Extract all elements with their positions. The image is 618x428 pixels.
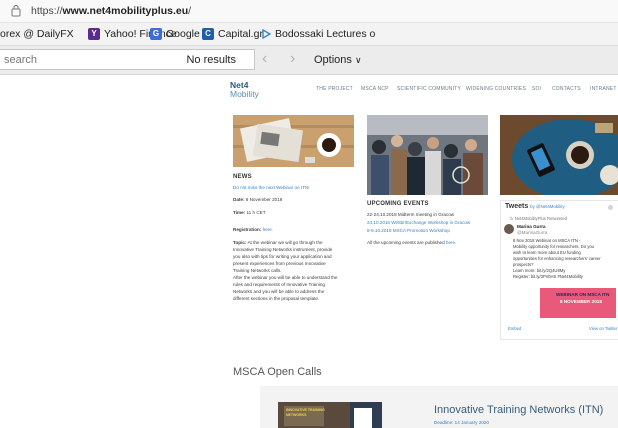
nav-soi[interactable]: SOI — [532, 86, 541, 92]
address-bar[interactable]: https://www.net4mobilityplus.eu/ — [0, 0, 618, 23]
find-input[interactable]: search No results — [0, 49, 255, 70]
find-status: No results — [186, 54, 236, 66]
nav-contacts[interactable]: CONTACTS — [552, 86, 581, 92]
tweet-handle[interactable]: @MarinaGurra — [517, 229, 547, 236]
open-call-deadline: Deadline: 14 January 2020 — [434, 420, 489, 425]
news-time: Time: 11 h CET — [233, 210, 266, 215]
yahoo-icon: Y — [88, 28, 100, 40]
event-item[interactable]: 24.10.2018 Wettbr/Exchange Workshop in G… — [367, 219, 470, 226]
find-bar: search No results ‹ › Options ∨ — [0, 46, 618, 75]
find-previous-icon[interactable]: ‹ — [262, 51, 267, 67]
nav-intranet[interactable]: INTRANET — [590, 86, 617, 92]
nav-the-project[interactable]: THE PROJECT — [316, 86, 353, 92]
events-all-link[interactable]: here. — [446, 240, 456, 245]
bookmark-capital[interactable]: C Capital.gr — [202, 28, 263, 40]
google-icon: G — [150, 28, 162, 40]
nav-msca-ncp[interactable]: MSCA NCP — [361, 86, 389, 92]
open-call-image: INNOVATIVE TRAINING NETWORKS — [278, 402, 382, 428]
embed-link[interactable]: Embed — [508, 325, 521, 332]
bookmarks-bar: orex @ DailyFX Y Yahoo! Finance G Google C… — [0, 23, 618, 46]
news-link[interactable]: Do not miss the next Webinar on ITN! — [233, 184, 310, 191]
open-call-title[interactable]: Innovative Training Networks (ITN) — [434, 404, 603, 416]
open-calls-title: MSCA Open Calls — [233, 366, 322, 378]
bookmark-dailyfx[interactable]: orex @ DailyFX — [0, 28, 74, 40]
nav-scientific-community[interactable]: SCIENTIFIC COMMUNITY — [397, 86, 461, 92]
url-text[interactable]: https://www.net4mobilityplus.eu/ — [31, 5, 191, 17]
info-icon[interactable] — [608, 205, 613, 210]
find-placeholder: search — [4, 54, 38, 66]
play-icon — [262, 29, 271, 39]
news-registration: Registration: here. — [233, 227, 274, 232]
tweet-text: 8 Nov 2018 Webinar on MSCA ITN - Mobilit… — [513, 238, 601, 279]
registration-link[interactable]: here. — [263, 227, 273, 232]
lock-icon — [11, 5, 21, 17]
view-on-twitter-link[interactable]: View on Twitter — [589, 325, 617, 332]
events-photo — [367, 115, 488, 195]
find-options-button[interactable]: Options ∨ — [314, 54, 362, 66]
event-item[interactable]: 8-9.10.2018 MSCA Promotion Workshop — [367, 227, 450, 234]
events-all: All the upcoming events are published he… — [367, 240, 457, 245]
news-photo — [233, 115, 354, 167]
find-next-icon[interactable]: › — [290, 51, 295, 67]
tweet-media[interactable]: WEBINAR ON MSCA ITN 8 NOVEMBER 2018 — [540, 288, 616, 318]
tweets-photo — [500, 115, 618, 195]
events-heading: UPCOMING EVENTS — [367, 201, 429, 207]
site-logo[interactable]: Net4 Mobility — [230, 81, 259, 99]
tweets-heading: Tweets by @Net4Mobility — [505, 203, 565, 210]
bookmark-bodossaki[interactable]: Bodossaki Lectures o — [262, 28, 375, 40]
capital-icon: C — [202, 28, 214, 40]
news-date: Date: 8 November 2018 — [233, 197, 283, 202]
chevron-down-icon: ∨ — [354, 55, 362, 65]
news-topic: Topic: At the webinar we will go through… — [233, 240, 338, 301]
avatar[interactable] — [504, 224, 514, 234]
retweet-icon: ↻ — [510, 216, 514, 221]
event-item[interactable]: 22-24.10.2018 Midterm meeting in Gracow — [367, 211, 454, 218]
nav-widening-countries[interactable]: WIDENING COUNTRIES — [466, 86, 526, 92]
news-heading: NEWS — [233, 174, 252, 180]
retweet-line: ↻ Net4MobilityPlus Retweeted — [510, 216, 568, 221]
bookmark-google[interactable]: G Google — [150, 28, 200, 40]
